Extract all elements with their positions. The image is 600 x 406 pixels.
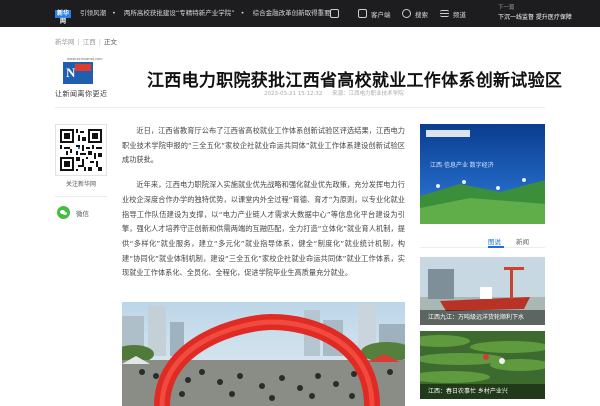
article-source: 来源：江西电力职业技术学院 <box>332 91 404 97</box>
qr-code-icon <box>60 129 102 171</box>
search-icon <box>402 9 411 18</box>
breadcrumb-home[interactable]: 新华网 <box>55 38 75 46</box>
ticker-item[interactable]: 两所高校获批建设“专精特新产业学院” <box>124 9 235 17</box>
client-app-label: 客户端 <box>371 10 391 19</box>
card-caption: 江西九江：万吨级远洋货轮顺利下水 <box>420 310 545 325</box>
xinhua-logo[interactable]: 新华网 <box>55 10 71 25</box>
news-logo-icon: N <box>63 62 93 84</box>
tab-tushuo[interactable]: 图说 <box>488 236 501 246</box>
brand-url: www.xinhuanet.com <box>67 57 103 61</box>
ticker-item[interactable]: 引领风潮 <box>80 9 106 17</box>
ticker-controls[interactable] <box>330 7 339 20</box>
sidebar-card[interactable]: 江西九江：万吨级远洋货轮顺利下水 <box>420 257 545 325</box>
qr-caption: 关注新华网 <box>65 181 96 188</box>
sidebar-tabs: 图说 新闻 <box>420 234 545 248</box>
brand-slogan: 让新闻离你更近 <box>55 90 108 98</box>
job-fair-photo <box>122 302 405 406</box>
channel-menu-button[interactable]: 频道 <box>440 7 466 20</box>
next-article-title[interactable]: 下沉一线监督 提升医疗保障 <box>498 12 578 21</box>
breadcrumb: 新华网 | 江西 | 正文 <box>55 38 117 46</box>
active-tab-indicator <box>488 246 504 248</box>
hero-caption: 江西·信息产业 数字经济 <box>430 161 494 169</box>
next-article-link[interactable]: 下一篇 下沉一线监督 提升医疗保障 <box>498 3 578 21</box>
wechat-icon <box>57 206 70 219</box>
channel-menu-label: 频道 <box>453 10 466 19</box>
wechat-label: 微信 <box>76 209 89 218</box>
article-photo[interactable] <box>122 302 405 406</box>
breadcrumb-jiangxi[interactable]: 江西 <box>83 38 96 46</box>
article-date: 2023-03-21 15:12:32 <box>264 91 323 97</box>
article-meta: 2023-03-21 15:12:32 来源：江西电力职业技术学院 <box>264 89 404 97</box>
sidebar-card[interactable]: 江西：春日农事忙 乡村产业兴 <box>420 331 545 399</box>
search-button[interactable]: 搜索 <box>402 7 428 20</box>
site-brand-logo[interactable]: www.xinhuanet.com N 让新闻离你更近 <box>55 57 120 100</box>
ticker-toggle-icon[interactable] <box>330 9 339 18</box>
share-panel: 关注新华网 微信 <box>55 124 107 219</box>
sidebar-hero-banner[interactable]: 江西·信息产业 数字经济 <box>420 124 545 224</box>
article-title: 江西电力职院获批江西省高校就业工作体系创新试验区 <box>147 71 563 91</box>
article-paragraph: 近年来，江西电力职院深入实施就业优先战略和强化就业优先政策，充分发挥电力行业校企… <box>122 180 405 278</box>
article-paragraph: 近日，江西省教育厅公布了江西省高校就业工作体系创新试验区评选结果，江西电力职业技… <box>122 126 405 165</box>
card-caption: 江西：春日农事忙 乡村产业兴 <box>420 384 545 399</box>
search-label: 搜索 <box>415 10 428 19</box>
phone-icon <box>358 9 367 18</box>
ticker-item[interactable]: 综合金融改革创新取得重要成效 <box>253 9 330 17</box>
digital-economy-banner: 江西·信息产业 数字经济 <box>420 124 545 224</box>
top-navigation-bar: 新华网 引领风潮 • 两所高校获批建设“专精特新产业学院” • 综合金融改革创新取得… <box>0 0 600 27</box>
article-body: 近日，江西省教育厅公布了江西省高校就业工作体系创新试验区评选结果，江西电力职业技… <box>122 124 405 291</box>
qr-code <box>55 124 107 176</box>
news-ticker[interactable]: 引领风潮• 两所高校获批建设“专精特新产业学院”• 综合金融改革创新取得重要成效 <box>80 8 330 19</box>
menu-icon <box>440 10 449 17</box>
breadcrumb-current: 正文 <box>103 38 117 46</box>
client-app-link[interactable]: 客户端 <box>358 7 391 20</box>
wechat-share-button[interactable]: 微信 <box>55 206 107 219</box>
divider <box>55 107 545 108</box>
tab-news[interactable]: 新闻 <box>516 236 529 246</box>
next-article-label: 下一篇 <box>498 5 515 11</box>
